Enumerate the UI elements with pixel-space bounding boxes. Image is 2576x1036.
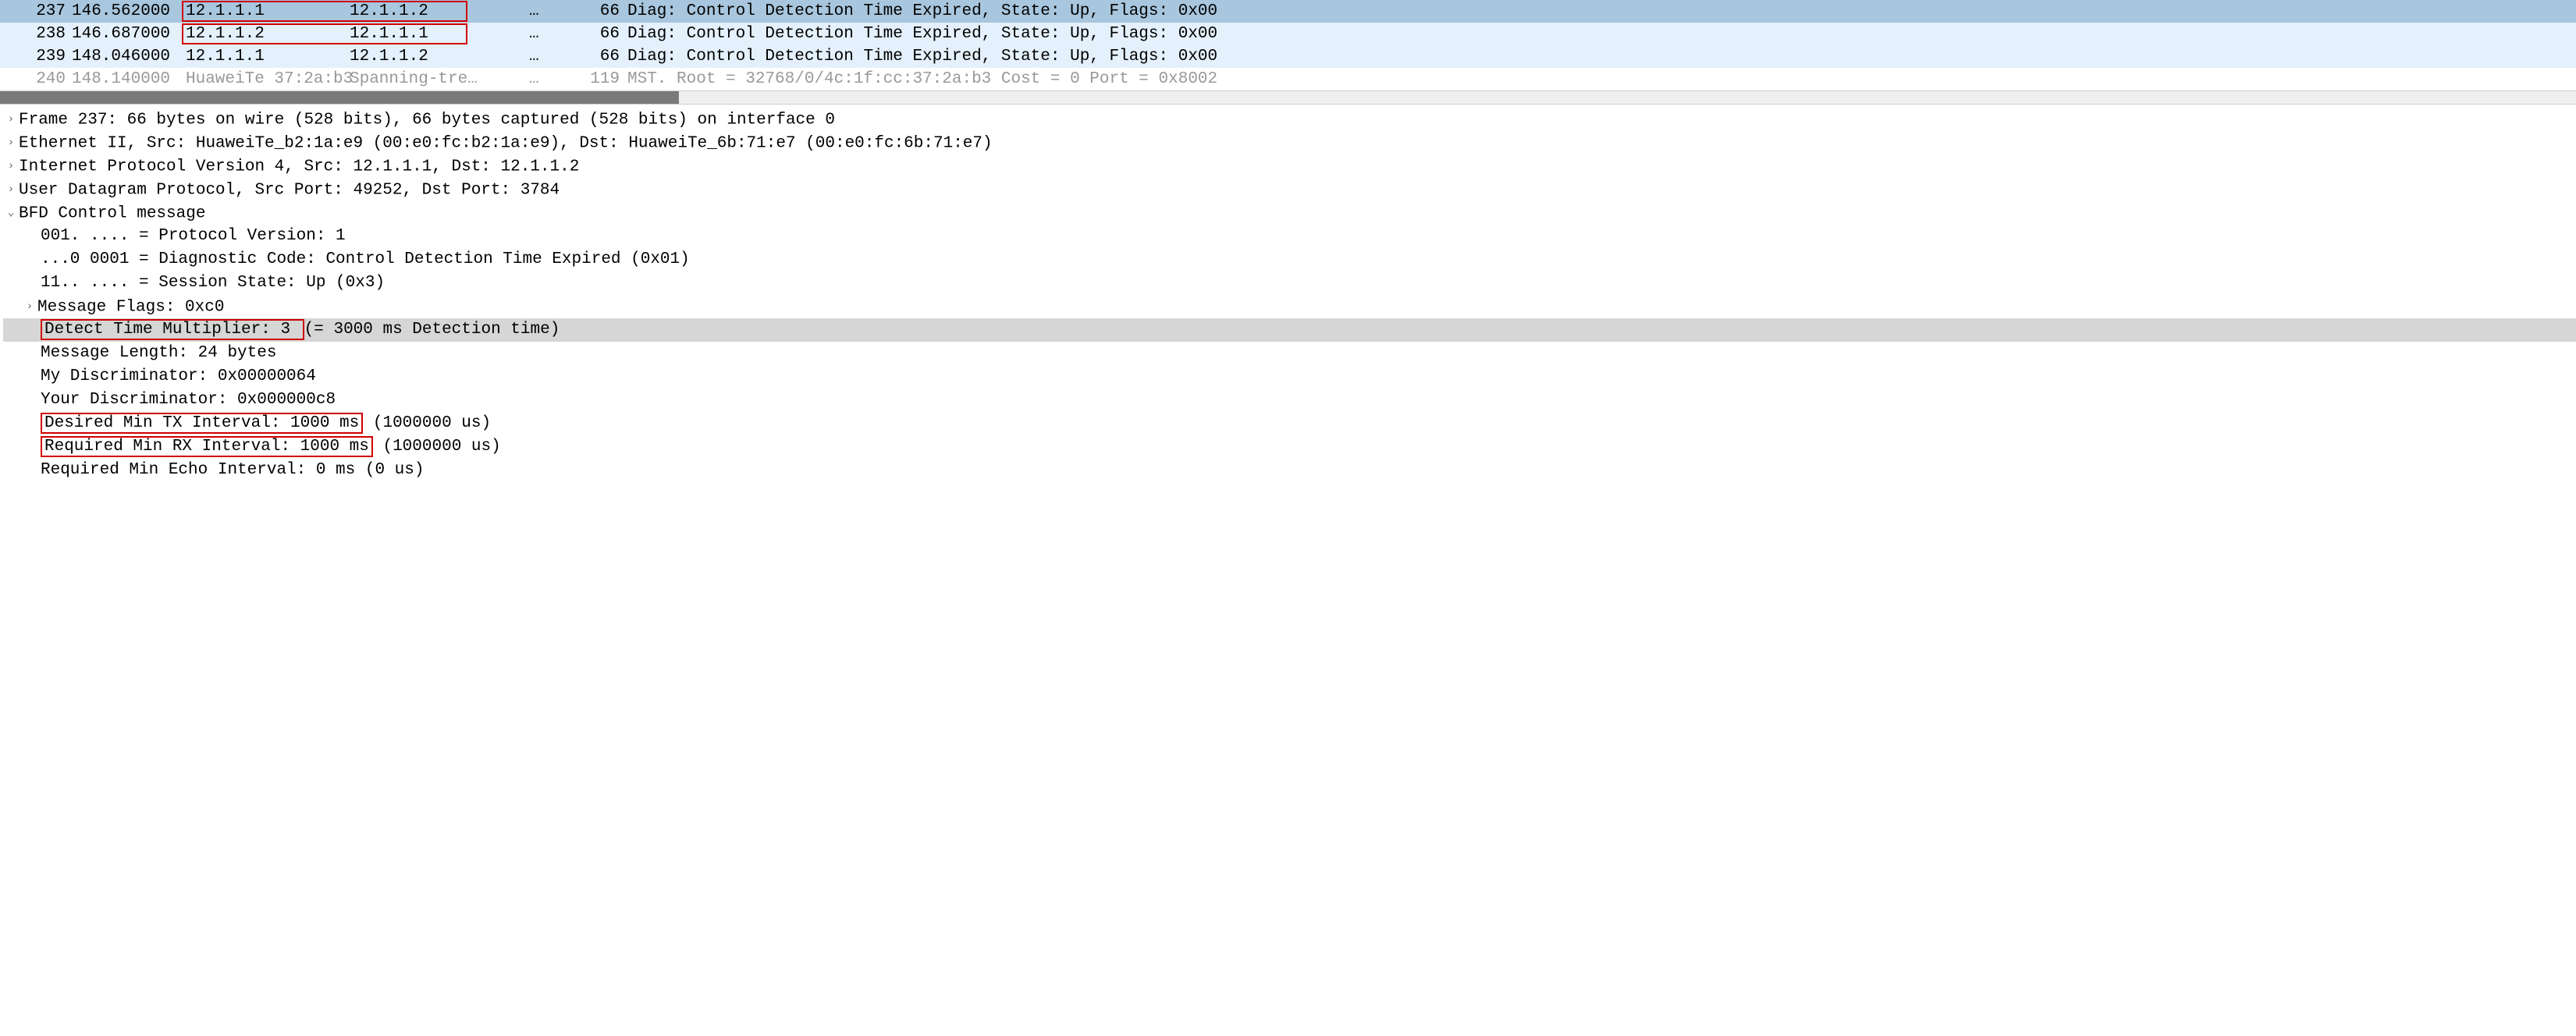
highlight-box: Desired Min TX Interval: 1000 ms [41, 413, 363, 434]
field-text: (1000000 us) [373, 438, 501, 456]
horizontal-scrollbar[interactable] [0, 90, 2576, 105]
bfd-min-echo-interval[interactable]: Required Min Echo Interval: 0 ms (0 us) [3, 459, 2576, 482]
col-info: Diag: Control Detection Time Expired, St… [626, 0, 2576, 23]
tree-item-ethernet[interactable]: ›Ethernet II, Src: HuaweiTe_b2:1a:e9 (00… [3, 131, 2576, 154]
bfd-detect-multiplier[interactable]: Detect Time Multiplier: 3 (= 3000 ms Det… [3, 318, 2576, 342]
field-text: (1000000 us) [363, 414, 491, 432]
highlight-box [182, 23, 467, 44]
col-dst: Spanning-tre… [345, 68, 509, 90]
bfd-my-discriminator[interactable]: My Discriminator: 0x00000064 [3, 365, 2576, 388]
col-dst: 12.1.1.2 [345, 45, 509, 68]
col-info: MST. Root = 32768/0/4c:1f:cc:37:2a:b3 Co… [626, 68, 2576, 90]
field-text: BFD Control message [19, 205, 205, 223]
tree-item-udp[interactable]: ›User Datagram Protocol, Src Port: 49252… [3, 178, 2576, 201]
highlight-box: Required Min RX Interval: 1000 ms [41, 436, 373, 457]
bfd-message-flags[interactable]: ›Message Flags: 0xc0 [3, 295, 2576, 318]
col-time: 146.687000 [72, 23, 181, 45]
highlight-box: Detect Time Multiplier: 3 [41, 319, 304, 340]
field-text: 001. .... = Protocol Version: 1 [41, 227, 346, 245]
col-proto: … [509, 23, 571, 45]
col-time: 146.562000 [72, 0, 181, 23]
chevron-right-icon: › [3, 154, 19, 178]
col-len: 66 [571, 23, 626, 45]
field-text: My Discriminator: 0x00000064 [41, 367, 316, 385]
field-text: Frame 237: 66 bytes on wire (528 bits), … [19, 112, 835, 130]
col-info: Diag: Control Detection Time Expired, St… [626, 23, 2576, 45]
col-no: 240 [0, 68, 72, 90]
col-time: 148.046000 [72, 45, 181, 68]
chevron-right-icon: › [3, 108, 19, 131]
bfd-message-length[interactable]: Message Length: 24 bytes [3, 342, 2576, 365]
col-src: HuaweiTe 37:2a:b3 [181, 68, 345, 90]
col-proto: … [509, 45, 571, 68]
packet-row[interactable]: 237 146.562000 12.1.1.1 12.1.1.2 … 66 Di… [0, 0, 2576, 23]
tree-item-frame[interactable]: ›Frame 237: 66 bytes on wire (528 bits),… [3, 108, 2576, 131]
bfd-protocol-version[interactable]: 001. .... = Protocol Version: 1 [3, 225, 2576, 248]
packet-list[interactable]: 237 146.562000 12.1.1.1 12.1.1.2 … 66 Di… [0, 0, 2576, 90]
bfd-diagnostic-code[interactable]: ...0 0001 = Diagnostic Code: Control Det… [3, 248, 2576, 271]
chevron-right-icon: › [22, 295, 37, 318]
col-no: 237 [0, 0, 72, 23]
highlight-box [182, 1, 467, 22]
tree-item-ip[interactable]: ›Internet Protocol Version 4, Src: 12.1.… [3, 154, 2576, 178]
field-text: Internet Protocol Version 4, Src: 12.1.1… [19, 158, 579, 176]
packet-row[interactable]: 239 148.046000 12.1.1.1 12.1.1.2 … 66 Di… [0, 45, 2576, 68]
bfd-session-state[interactable]: 11.. .... = Session State: Up (0x3) [3, 271, 2576, 295]
col-len: 66 [571, 45, 626, 68]
field-text: (= 3000 ms Detection time) [304, 321, 560, 339]
col-time: 148.140000 [72, 68, 181, 90]
field-text: 11.. .... = Session State: Up (0x3) [41, 274, 385, 292]
field-text: Ethernet II, Src: HuaweiTe_b2:1a:e9 (00:… [19, 135, 993, 153]
chevron-right-icon: › [3, 131, 19, 154]
bfd-your-discriminator[interactable]: Your Discriminator: 0x000000c8 [3, 388, 2576, 412]
scrollbar-thumb[interactable] [0, 91, 679, 104]
col-no: 239 [0, 45, 72, 68]
col-src: 12.1.1.1 [181, 45, 345, 68]
field-text: Your Discriminator: 0x000000c8 [41, 391, 336, 409]
bfd-min-rx-interval[interactable]: Required Min RX Interval: 1000 ms (10000… [3, 435, 2576, 459]
bfd-min-tx-interval[interactable]: Desired Min TX Interval: 1000 ms (100000… [3, 412, 2576, 435]
packet-row[interactable]: 238 146.687000 12.1.1.2 12.1.1.1 … 66 Di… [0, 23, 2576, 45]
col-len: 66 [571, 0, 626, 23]
chevron-down-icon: ⌄ [3, 201, 19, 225]
col-no: 238 [0, 23, 72, 45]
field-text: Message Length: 24 bytes [41, 344, 276, 362]
col-len: 119 [571, 68, 626, 90]
col-proto: … [509, 0, 571, 23]
tree-item-bfd[interactable]: ⌄BFD Control message [3, 201, 2576, 225]
field-text: Required Min Echo Interval: 0 ms (0 us) [41, 461, 424, 479]
chevron-right-icon: › [3, 178, 19, 201]
field-text: User Datagram Protocol, Src Port: 49252,… [19, 182, 560, 200]
packet-row[interactable]: 240 148.140000 HuaweiTe 37:2a:b3 Spannin… [0, 68, 2576, 90]
field-text: Message Flags: 0xc0 [37, 299, 224, 317]
packet-details[interactable]: ›Frame 237: 66 bytes on wire (528 bits),… [0, 105, 2576, 513]
col-proto: … [509, 68, 571, 90]
col-info: Diag: Control Detection Time Expired, St… [626, 45, 2576, 68]
field-text: ...0 0001 = Diagnostic Code: Control Det… [41, 250, 690, 268]
